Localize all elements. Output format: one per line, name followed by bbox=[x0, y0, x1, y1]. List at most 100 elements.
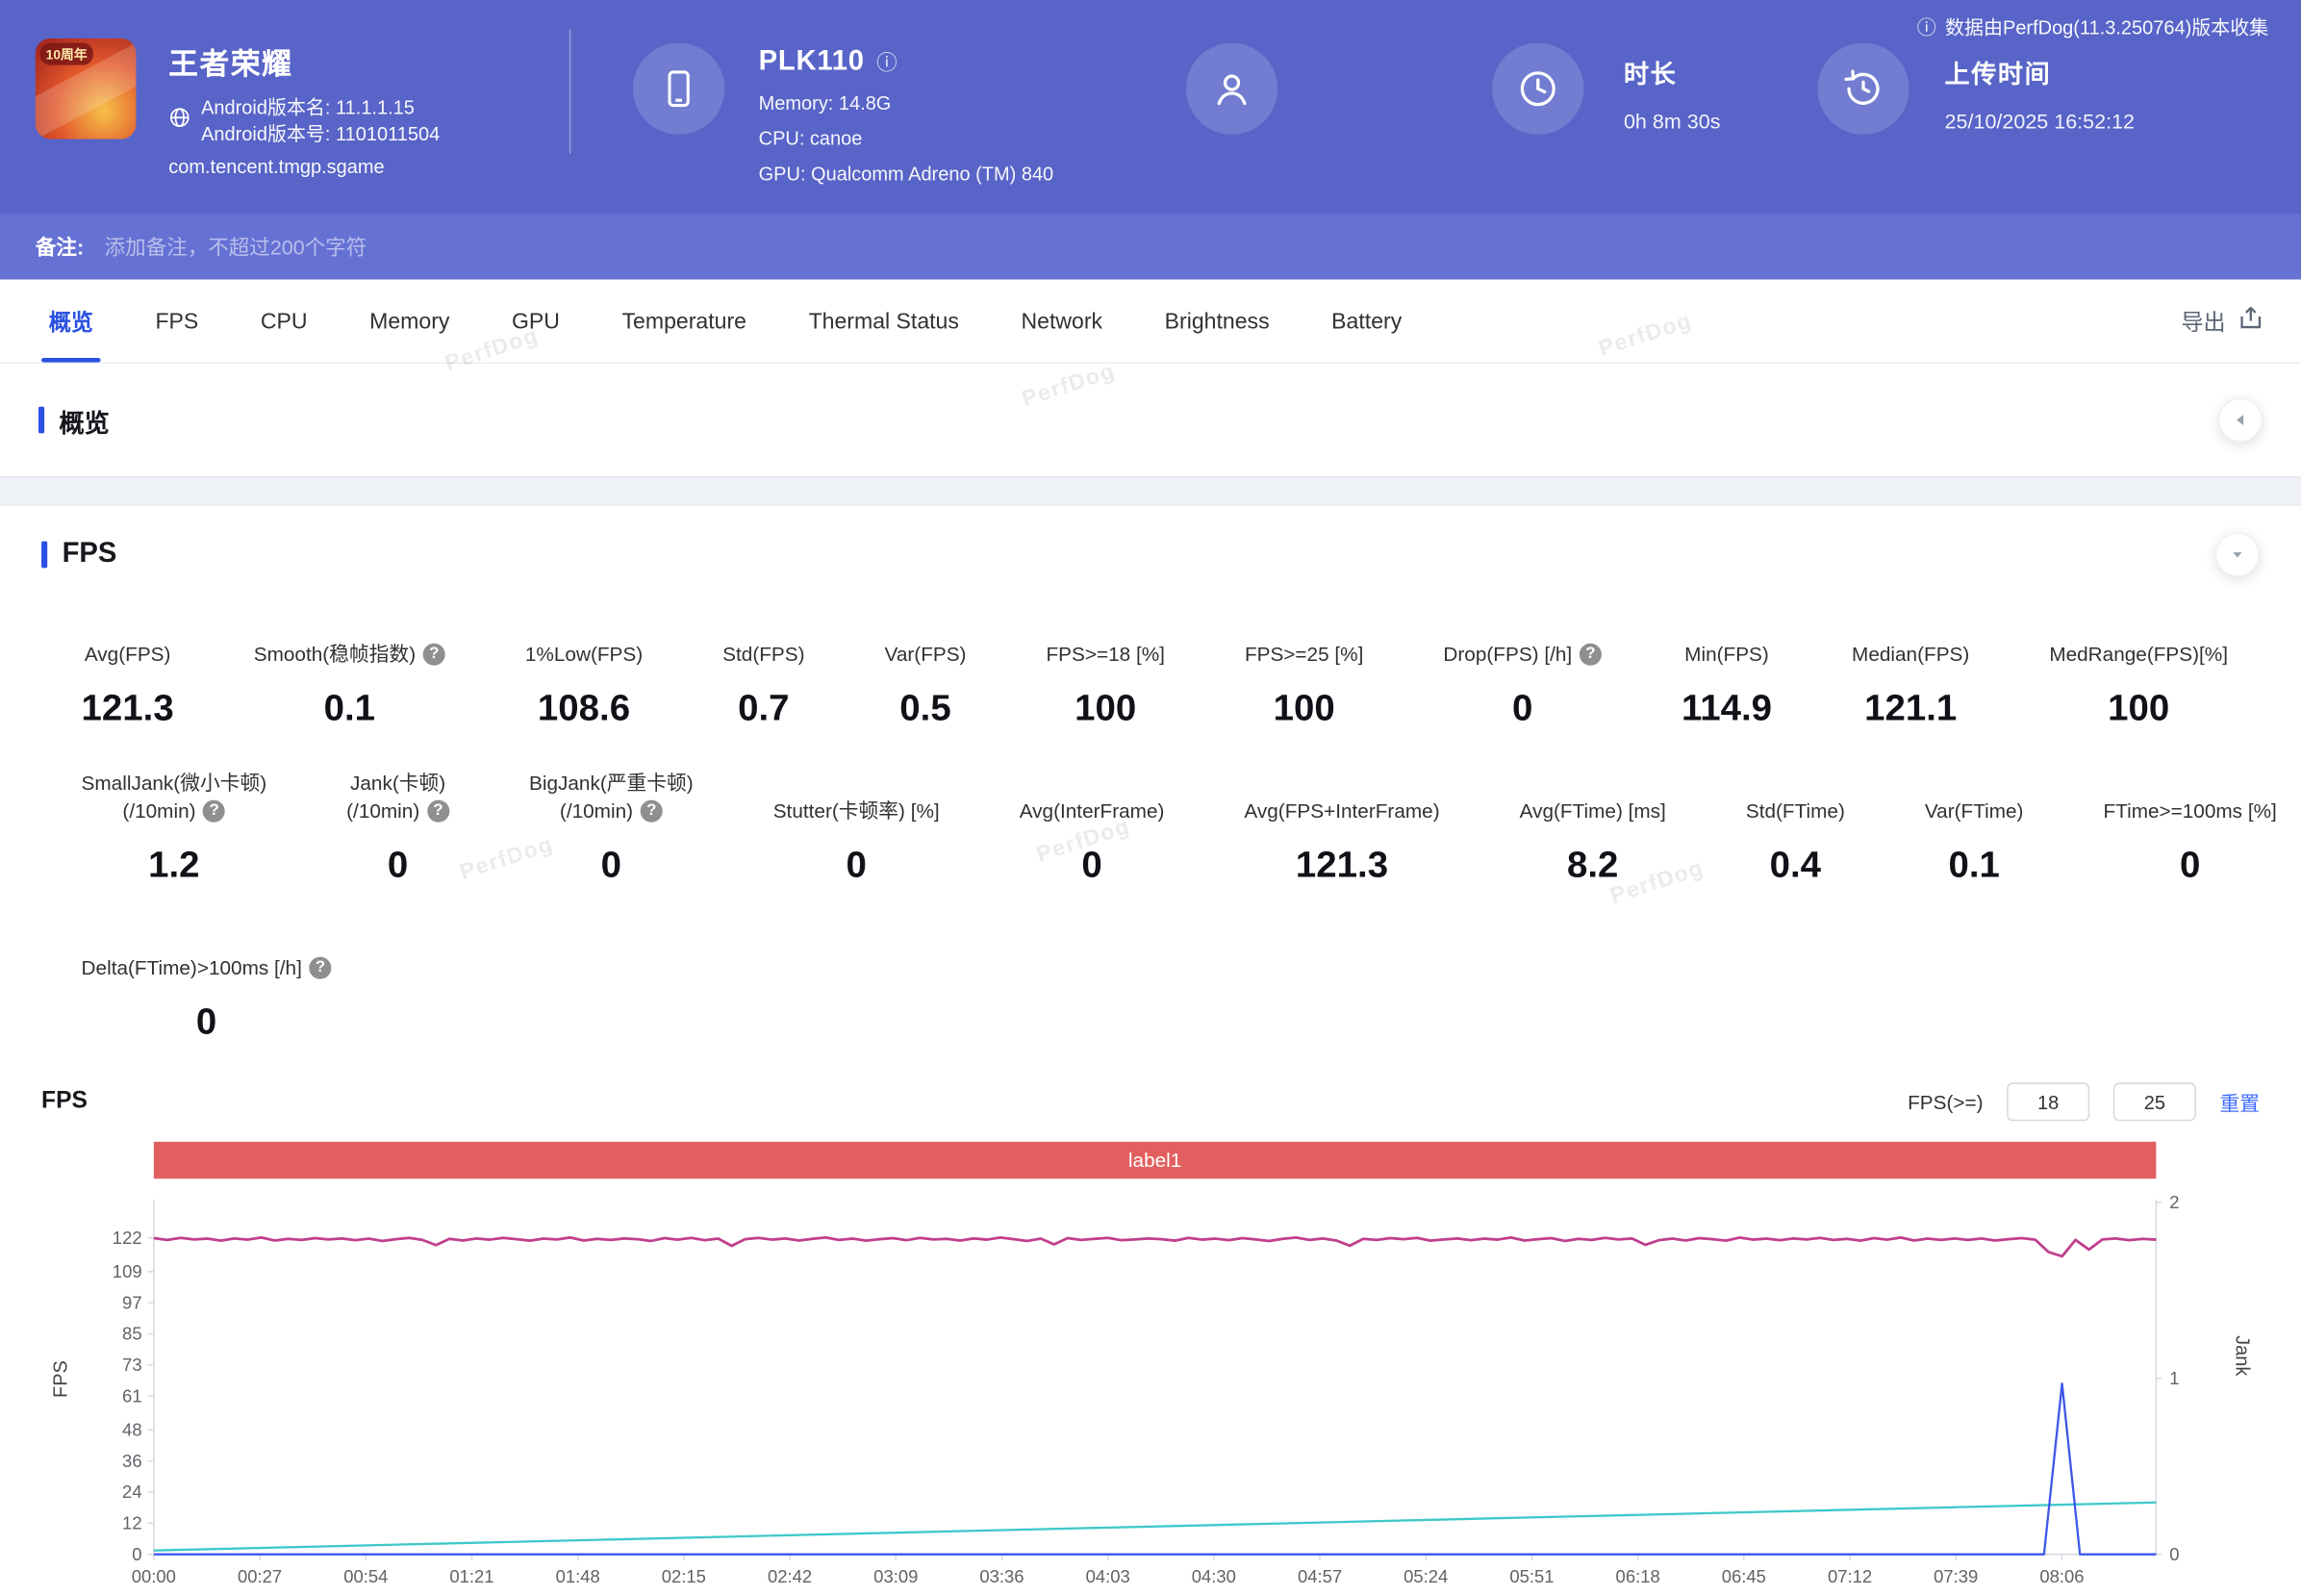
svg-text:05:24: 05:24 bbox=[1403, 1566, 1448, 1586]
metric-label: (/10min) bbox=[560, 798, 633, 825]
svg-text:06:45: 06:45 bbox=[1722, 1566, 1766, 1586]
y-axis-left-label: FPS bbox=[49, 1360, 71, 1398]
metrics-grid: Avg(FPS)121.3Smooth(稳帧指数)?0.11%Low(FPS)1… bbox=[41, 612, 2260, 1044]
metric-label: MedRange(FPS)[%] bbox=[2049, 641, 2228, 669]
metric-label: Stutter(卡顿率) [%] bbox=[773, 798, 940, 825]
clock-icon bbox=[1492, 43, 1583, 135]
metric: 1%Low(FPS)108.6 bbox=[485, 612, 682, 730]
fps-section: FPS Avg(FPS)121.3Smooth(稳帧指数)?0.11%Low(F… bbox=[0, 506, 2301, 1596]
collapse-panel-button[interactable] bbox=[2218, 398, 2263, 443]
metric: Stutter(卡顿率) [%] 0 bbox=[733, 769, 979, 887]
svg-text:08:06: 08:06 bbox=[2039, 1566, 2084, 1586]
tab-fps[interactable]: FPS bbox=[124, 280, 229, 363]
chart-label-banner: label1 bbox=[154, 1142, 2157, 1178]
metric: Drop(FPS) [/h]?0 bbox=[1403, 612, 1642, 730]
upload-time-value: 25/10/2025 16:52:12 bbox=[1945, 110, 2135, 134]
metric-value: 0 bbox=[2103, 845, 2276, 888]
perfdog-report-page: ⓘ 数据由PerfDog(11.3.250764)版本收集 10周年 王者荣耀 … bbox=[0, 0, 2301, 1574]
metric-label: Avg(InterFrame) bbox=[1020, 798, 1165, 825]
tab-brightness[interactable]: Brightness bbox=[1133, 280, 1301, 363]
collect-info-text: 数据由PerfDog(11.3.250764)版本收集 bbox=[1945, 12, 2268, 39]
help-icon[interactable]: ? bbox=[1580, 644, 1602, 666]
help-icon[interactable]: ? bbox=[203, 800, 225, 823]
svg-text:07:12: 07:12 bbox=[1828, 1566, 1872, 1586]
device-block: PLK110 ⓘ Memory: 14.8G CPU: canoe GPU: Q… bbox=[633, 43, 1053, 186]
fps-section-title: FPS bbox=[63, 539, 117, 571]
header-divider bbox=[569, 30, 571, 154]
metric-label: BigJank(严重卡顿) bbox=[529, 769, 694, 797]
metric: Median(FPS)121.1 bbox=[1812, 612, 2010, 730]
device-info-icon[interactable]: ⓘ bbox=[876, 47, 898, 77]
metric-value: 0 bbox=[529, 845, 694, 888]
metric-value: 100 bbox=[1245, 688, 1363, 731]
tab-gpu[interactable]: GPU bbox=[481, 280, 592, 363]
help-icon[interactable]: ? bbox=[641, 800, 663, 823]
metric-label: Avg(FPS) bbox=[85, 641, 171, 669]
help-icon[interactable]: ? bbox=[427, 800, 449, 823]
metric-label: FPS>=18 [%] bbox=[1046, 641, 1164, 669]
device-cpu: CPU: canoe bbox=[759, 127, 1054, 149]
metric-label: Std(FPS) bbox=[722, 641, 804, 669]
section-separator bbox=[0, 476, 2301, 506]
metric: Avg(FPS+InterFrame)121.3 bbox=[1204, 769, 1479, 887]
metric: Delta(FTime)>100ms [/h]? 0 bbox=[41, 925, 371, 1044]
svg-text:73: 73 bbox=[122, 1355, 142, 1375]
svg-text:0: 0 bbox=[2169, 1544, 2179, 1564]
history-icon bbox=[1817, 43, 1909, 135]
svg-text:97: 97 bbox=[122, 1292, 142, 1312]
metric-label: Delta(FTime)>100ms [/h] bbox=[82, 954, 302, 982]
metric-label: Jank(卡顿) bbox=[350, 769, 445, 797]
metric-value: 0 bbox=[1443, 688, 1602, 731]
android-version-name: Android版本名: 11.1.1.15 bbox=[201, 94, 440, 121]
svg-text:06:18: 06:18 bbox=[1616, 1566, 1660, 1586]
metric: SmallJank(微小卡顿)(/10min)?1.2 bbox=[41, 769, 307, 887]
svg-text:04:57: 04:57 bbox=[1298, 1566, 1342, 1586]
metric-label: Var(FPS) bbox=[885, 641, 967, 669]
info-icon: ⓘ bbox=[1917, 12, 1936, 39]
svg-text:2: 2 bbox=[2169, 1194, 2179, 1212]
tab-battery[interactable]: Battery bbox=[1301, 280, 1433, 363]
help-icon[interactable]: ? bbox=[310, 957, 332, 979]
note-input[interactable] bbox=[102, 234, 2266, 261]
metric-value: 100 bbox=[1046, 688, 1164, 731]
metric-value: 100 bbox=[2049, 688, 2228, 731]
tab-概览[interactable]: 概览 bbox=[17, 280, 124, 363]
device-gpu: GPU: Qualcomm Adreno (TM) 840 bbox=[759, 163, 1054, 185]
duration-block: 时长 0h 8m 30s bbox=[1492, 43, 1720, 135]
metric: FPS>=18 [%] 100 bbox=[1006, 612, 1204, 730]
phone-icon bbox=[633, 43, 724, 135]
export-icon bbox=[2236, 305, 2265, 338]
svg-text:0: 0 bbox=[132, 1544, 141, 1564]
metric-label: Smooth(稳帧指数) bbox=[254, 641, 416, 669]
metric: Smooth(稳帧指数)?0.1 bbox=[214, 612, 485, 730]
fps-threshold-low-input[interactable] bbox=[2007, 1082, 2089, 1121]
export-button[interactable]: 导出 bbox=[2181, 305, 2283, 338]
metric-value: 0.1 bbox=[1925, 845, 2024, 888]
user-icon bbox=[1186, 43, 1277, 135]
metric: Var(FPS)0.5 bbox=[845, 612, 1006, 730]
tab-cpu[interactable]: CPU bbox=[230, 280, 339, 363]
export-label: 导出 bbox=[2181, 305, 2225, 336]
tab-bar: 概览FPSCPUMemoryGPUTemperatureThermal Stat… bbox=[0, 280, 2301, 365]
tab-thermal-status[interactable]: Thermal Status bbox=[777, 280, 990, 363]
chart-plot-area: FPS 0122436486173859710912201200:0000:27… bbox=[41, 1194, 2260, 1596]
help-icon[interactable]: ? bbox=[423, 644, 445, 666]
fps-threshold-label: FPS(>=) bbox=[1908, 1091, 1983, 1113]
svg-text:61: 61 bbox=[122, 1385, 142, 1406]
reset-link[interactable]: 重置 bbox=[2219, 1087, 2260, 1117]
collapse-fps-button[interactable] bbox=[2215, 532, 2260, 576]
metric-value: 0 bbox=[1020, 845, 1165, 888]
metric-value: 108.6 bbox=[525, 688, 643, 731]
tab-temperature[interactable]: Temperature bbox=[591, 280, 777, 363]
metric-value: 121.1 bbox=[1852, 688, 1969, 731]
svg-text:04:30: 04:30 bbox=[1192, 1566, 1236, 1586]
svg-text:85: 85 bbox=[122, 1324, 142, 1344]
tab-memory[interactable]: Memory bbox=[339, 280, 481, 363]
device-name: PLK110 bbox=[759, 46, 865, 79]
tab-network[interactable]: Network bbox=[990, 280, 1133, 363]
chart-title: FPS bbox=[41, 1088, 88, 1115]
metric-value: 0 bbox=[82, 1001, 332, 1045]
metric-value: 0 bbox=[773, 845, 940, 888]
fps-threshold-high-input[interactable] bbox=[2113, 1082, 2196, 1121]
user-block bbox=[1186, 43, 1277, 135]
